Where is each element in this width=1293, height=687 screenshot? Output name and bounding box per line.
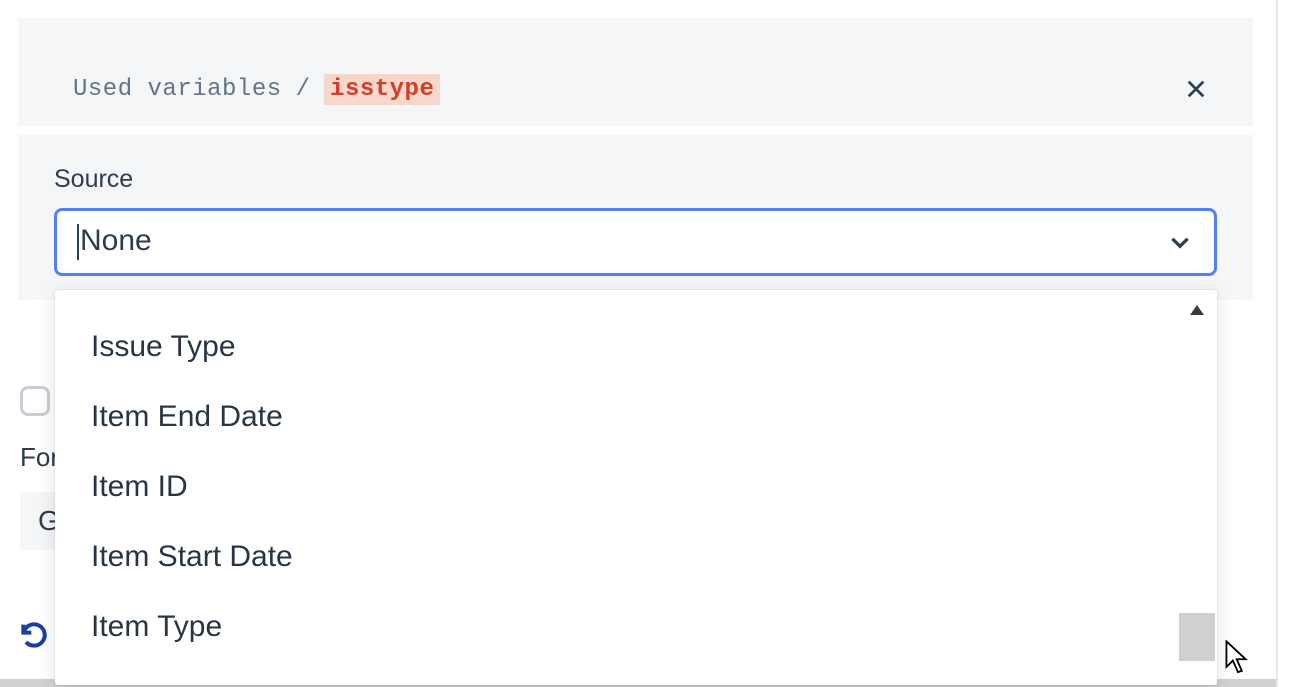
checkbox[interactable] bbox=[20, 386, 50, 416]
reset-button[interactable] bbox=[18, 618, 50, 655]
source-select-value: None bbox=[77, 224, 1166, 260]
close-button[interactable] bbox=[1181, 74, 1211, 104]
dropdown-option-item-type[interactable]: Item Type bbox=[55, 592, 1175, 662]
breadcrumb-variable[interactable]: isstype bbox=[324, 74, 440, 105]
source-selected-text: None bbox=[80, 224, 152, 257]
dropdown-option-issue-type[interactable]: Issue Type bbox=[55, 312, 1175, 382]
scroll-up-arrow-icon[interactable] bbox=[1190, 302, 1204, 320]
breadcrumb: Used variables / isstype bbox=[73, 74, 440, 105]
dropdown-listbox: Issue Type Item End Date Item ID Item St… bbox=[55, 290, 1175, 685]
scrollbar-thumb[interactable] bbox=[1179, 613, 1215, 661]
dropdown-scrollbar[interactable] bbox=[1177, 290, 1217, 685]
chevron-down-icon bbox=[1166, 228, 1194, 256]
source-label: Source bbox=[54, 165, 1217, 194]
source-panel: Source None bbox=[18, 135, 1253, 300]
window-scrollbar[interactable] bbox=[1276, 0, 1293, 687]
source-select[interactable]: None bbox=[54, 208, 1217, 276]
source-dropdown: Issue Type Item End Date Item ID Item St… bbox=[55, 290, 1217, 685]
mouse-cursor bbox=[1224, 640, 1252, 681]
format-label-partial: For bbox=[20, 442, 59, 473]
undo-icon bbox=[18, 618, 50, 650]
dropdown-option-item-start-date[interactable]: Item Start Date bbox=[55, 522, 1175, 592]
dropdown-option-item-end-date[interactable]: Item End Date bbox=[55, 382, 1175, 452]
breadcrumb-root[interactable]: Used variables bbox=[73, 76, 282, 103]
dropdown-option-item-id[interactable]: Item ID bbox=[55, 452, 1175, 522]
close-icon bbox=[1185, 78, 1207, 100]
breadcrumb-separator: / bbox=[296, 76, 310, 103]
text-cursor bbox=[77, 224, 79, 260]
breadcrumb-panel: Used variables / isstype bbox=[18, 18, 1253, 126]
